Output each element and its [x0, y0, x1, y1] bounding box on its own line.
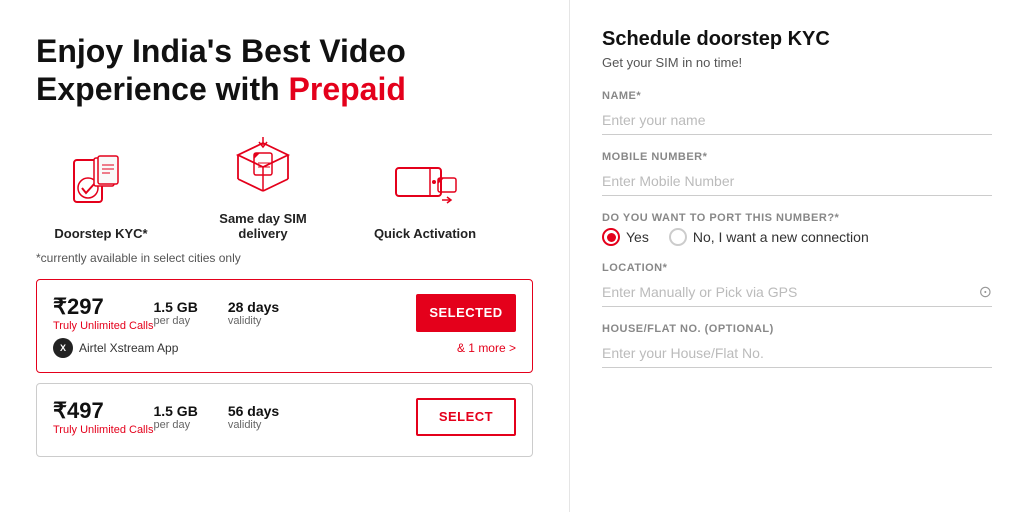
plan-2-top-row: ₹497 Truly Unlimited Calls 1.5 GB per da…: [53, 398, 516, 436]
port-no-radio[interactable]: [669, 228, 687, 246]
port-field-group: DO YOU WANT TO PORT THIS NUMBER?* Yes No…: [602, 212, 992, 246]
feature-sim-label: Same day SIM delivery: [198, 211, 328, 241]
port-no-label: No, I want a new connection: [693, 229, 869, 245]
plan-1-top-row: ₹297 Truly Unlimited Calls 1.5 GB per da…: [53, 294, 516, 332]
plan-2-data: 1.5 GB per day: [153, 403, 197, 431]
plan-2-validity: 56 days validity: [228, 403, 279, 431]
plan-1-details: 1.5 GB per day 28 days validity: [153, 299, 416, 327]
house-label: HOUSE/FLAT NO. (OPTIONAL): [602, 323, 992, 335]
main-container: Enjoy India's Best Video Experience with…: [0, 0, 1024, 512]
plan-1-price: ₹297 Truly Unlimited Calls: [53, 294, 153, 332]
port-yes-label: Yes: [626, 229, 649, 245]
location-label: LOCATION*: [602, 262, 992, 274]
plan-2-subtitle: Truly Unlimited Calls: [53, 424, 153, 436]
plan-card-1: ₹297 Truly Unlimited Calls 1.5 GB per da…: [36, 279, 533, 373]
plan-2-price: ₹497 Truly Unlimited Calls: [53, 398, 153, 436]
left-panel: Enjoy India's Best Video Experience with…: [0, 0, 570, 512]
mobile-input[interactable]: [602, 167, 992, 196]
feature-doorstep: Doorstep KYC*: [36, 148, 166, 241]
right-panel: Schedule doorstep KYC Get your SIM in no…: [570, 0, 1024, 512]
location-field-group: LOCATION* ⊙: [602, 262, 992, 307]
port-yes-radio[interactable]: [602, 228, 620, 246]
house-input[interactable]: [602, 339, 992, 368]
location-input[interactable]: [602, 278, 979, 306]
doorstep-icon: [61, 148, 141, 218]
house-field-group: HOUSE/FLAT NO. (OPTIONAL): [602, 323, 992, 368]
feature-activation-label: Quick Activation: [374, 226, 476, 241]
plan-1-bottom-row: X Airtel Xstream App & 1 more >: [53, 338, 516, 358]
port-yes-option[interactable]: Yes: [602, 228, 649, 246]
port-no-option[interactable]: No, I want a new connection: [669, 228, 869, 246]
feature-sim: Same day SIM delivery: [198, 133, 328, 241]
form-title: Schedule doorstep KYC: [602, 28, 992, 51]
plan-1-app-name: Airtel Xstream App: [79, 341, 178, 355]
plan-1-subtitle: Truly Unlimited Calls: [53, 320, 153, 332]
disclaimer-text: *currently available in select cities on…: [36, 251, 533, 265]
plan-card-2: ₹497 Truly Unlimited Calls 1.5 GB per da…: [36, 383, 533, 457]
headline-highlight: Prepaid: [289, 71, 406, 107]
plan-1-data: 1.5 GB per day: [153, 299, 197, 327]
feature-activation: Quick Activation: [360, 148, 490, 241]
feature-doorstep-label: Doorstep KYC*: [54, 226, 147, 241]
features-row: Doorstep KYC*: [36, 133, 533, 241]
mobile-field-group: MOBILE NUMBER*: [602, 151, 992, 196]
airtel-xstream-icon: X: [53, 338, 73, 358]
plan-2-select-button[interactable]: SELECT: [416, 398, 516, 436]
activation-icon: [385, 148, 465, 218]
name-field-group: NAME*: [602, 90, 992, 135]
name-label: NAME*: [602, 90, 992, 102]
name-input[interactable]: [602, 106, 992, 135]
plan-1-app-badge: X Airtel Xstream App: [53, 338, 178, 358]
headline-line1: Enjoy India's Best Video: [36, 33, 406, 69]
sim-delivery-icon: [223, 133, 303, 203]
plan-1-select-button[interactable]: SELECTED: [416, 294, 516, 332]
plan-2-details: 1.5 GB per day 56 days validity: [153, 403, 416, 431]
location-row: ⊙: [602, 278, 992, 307]
plan-1-more-link[interactable]: & 1 more >: [457, 341, 516, 355]
headline: Enjoy India's Best Video Experience with…: [36, 32, 533, 109]
port-radio-group: Yes No, I want a new connection: [602, 228, 992, 246]
form-subtitle: Get your SIM in no time!: [602, 55, 992, 70]
gps-icon[interactable]: ⊙: [979, 282, 992, 302]
mobile-label: MOBILE NUMBER*: [602, 151, 992, 163]
port-label: DO YOU WANT TO PORT THIS NUMBER?*: [602, 212, 992, 224]
headline-line2: Experience with: [36, 71, 289, 107]
plan-1-validity: 28 days validity: [228, 299, 279, 327]
